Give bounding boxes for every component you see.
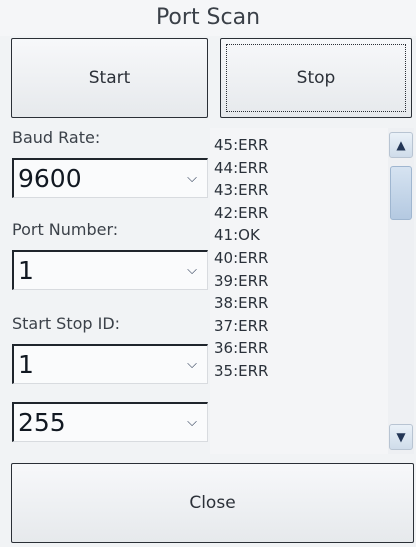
port-scan-window: Port Scan Start Stop Baud Rate: 9600 ⌵ P… (0, 0, 416, 547)
list-item[interactable]: 38:ERR (214, 292, 384, 315)
chevron-down-icon[interactable]: ⌵ (185, 264, 199, 278)
port-number-value: 1 (18, 256, 34, 285)
close-button-label: Close (189, 493, 236, 513)
stop-id-value: 255 (18, 408, 66, 437)
baud-rate-select[interactable]: 9600 ⌵ (12, 158, 208, 198)
list-item[interactable]: 45:ERR (214, 134, 384, 157)
scroll-up-button[interactable]: ▲ (389, 132, 413, 158)
list-item[interactable]: 44:ERR (214, 157, 384, 180)
list-item[interactable]: 41:OK (214, 224, 384, 247)
chevron-down-icon[interactable]: ⌵ (185, 172, 199, 186)
vertical-scrollbar[interactable]: ▲ ▼ (388, 128, 414, 454)
start-button-label: Start (88, 68, 131, 88)
port-number-select[interactable]: 1 ⌵ (12, 250, 208, 290)
close-button[interactable]: Close (11, 463, 414, 543)
scan-results-list[interactable]: 45:ERR 44:ERR 43:ERR 42:ERR 41:OK 40:ERR 39:ER… (210, 128, 414, 454)
list-item[interactable]: 42:ERR (214, 202, 384, 225)
start-button[interactable]: Start (11, 38, 208, 118)
start-stop-id-label: Start Stop ID: (12, 314, 121, 333)
chevron-down-icon[interactable]: ⌵ (185, 416, 199, 430)
list-item[interactable]: 43:ERR (214, 179, 384, 202)
focus-rectangle (226, 44, 406, 112)
chevron-up-icon: ▲ (396, 138, 406, 152)
list-item[interactable]: 36:ERR (214, 337, 384, 360)
list-item[interactable]: 40:ERR (214, 247, 384, 270)
scroll-down-button[interactable]: ▼ (389, 424, 413, 450)
list-item[interactable]: 39:ERR (214, 270, 384, 293)
stop-id-select[interactable]: 255 ⌵ (12, 402, 208, 442)
start-id-value: 1 (18, 350, 34, 379)
start-id-select[interactable]: 1 ⌵ (12, 344, 208, 384)
list-item[interactable]: 35:ERR (214, 360, 384, 383)
scrollbar-thumb[interactable] (390, 166, 412, 220)
chevron-down-icon: ▼ (396, 430, 406, 444)
scan-results-items: 45:ERR 44:ERR 43:ERR 42:ERR 41:OK 40:ERR 39:ER… (214, 134, 384, 383)
chevron-down-icon[interactable]: ⌵ (185, 358, 199, 372)
window-title: Port Scan (0, 0, 416, 36)
list-item[interactable]: 37:ERR (214, 315, 384, 338)
baud-rate-label: Baud Rate: (12, 128, 101, 147)
stop-button[interactable]: Stop (220, 38, 412, 118)
baud-rate-value: 9600 (18, 164, 82, 193)
port-number-label: Port Number: (12, 220, 119, 239)
